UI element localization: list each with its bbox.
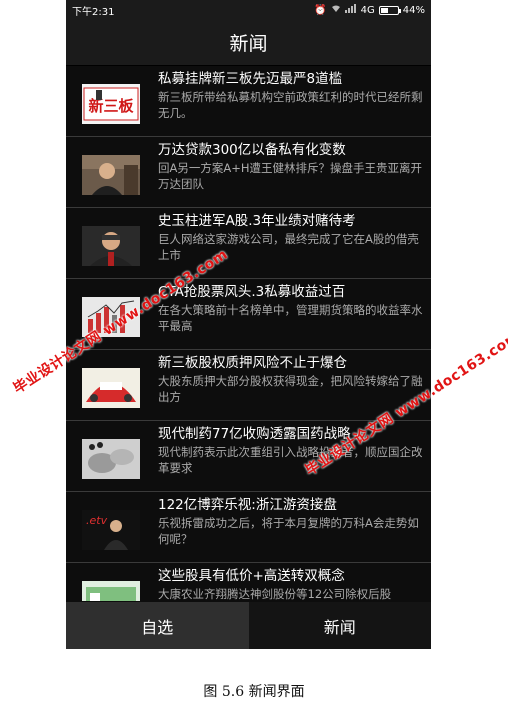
page-title: 新闻 [229,33,268,55]
page-header: 新闻 [66,20,431,66]
news-summary: 现代制药表示此次重组引入战略投资者，顺应国企改革要求 [158,445,423,475]
status-time: 下午2:31 [72,6,115,18]
news-item[interactable]: 万达贷款300亿以备私有化变数 回A另一方案A+H遭王健林排斥？操盘手王贵亚离开… [66,137,431,208]
bottom-nav: 自选 新闻 [66,602,431,649]
news-thumbnail [82,439,140,479]
thumb-text: 新三板 [88,97,134,115]
figure-caption: 图 5.6 新闻界面 [203,684,305,700]
tab-news[interactable]: 新闻 [248,602,431,649]
news-title: 史玉柱进军A股.3年业绩对赌待考 [158,213,356,229]
alarm-icon: ⏰ [314,4,327,16]
news-summary: 乐视拆雷成功之后，将于本月复牌的万科A会走势如何呢？ [158,516,419,546]
news-title: 122亿博弈乐视:浙江游资接盘 [158,497,337,513]
news-summary: 在各大策略前十名榜单中，管理期货策略的收益率水平最高 [158,303,423,333]
news-title: 这些股具有低价+高送转双概念 [158,568,345,584]
news-thumbnail [82,226,140,266]
news-item[interactable]: .etv 122亿博弈乐视:浙江游资接盘 乐视拆雷成功之后，将于本月复牌的万科A… [66,492,431,563]
news-thumbnail [82,155,140,195]
news-title: CTA抢股票风头.3私募收益过百 [158,284,346,300]
status-icons: ⏰ 4G 44% [314,4,425,16]
news-thumbnail: 新三板 [82,84,140,124]
news-summary: 回A另一方案A+H遭王健林排斥？操盘手王贵亚离开万达团队 [158,161,423,191]
news-item[interactable]: 新三板股权质押风险不止于爆仓 大股东质押大部分股权获得现金，把风险转嫁给了融出方 [66,350,431,421]
news-thumbnail [82,368,140,408]
battery-icon [378,5,401,15]
tab-favorites[interactable]: 自选 [66,602,249,649]
thumb-text: .etv [86,514,108,527]
news-summary: 大康农业齐翔腾达神剑股份等12公司除权后股 [158,587,392,601]
news-item[interactable]: 这些股具有低价+高送转双概念 大康农业齐翔腾达神剑股份等12公司除权后股 [66,563,431,601]
news-summary: 新三板所带给私募机构空前政策红利的时代已经所剩无几。 [158,90,423,120]
news-thumbnail: .etv [82,510,140,550]
news-list[interactable]: 新三板 私募挂牌新三板先迈最严8道槛 新三板所带给私募机构空前政策红利的时代已经… [66,66,431,601]
news-title: 私募挂牌新三板先迈最严8道槛 [158,71,343,87]
battery-percent: 44% [402,4,425,16]
news-title: 万达贷款300亿以备私有化变数 [158,142,346,158]
news-item[interactable]: 新三板 私募挂牌新三板先迈最严8道槛 新三板所带给私募机构空前政策红利的时代已经… [66,66,431,137]
news-thumbnail [82,581,140,601]
wifi-icon [331,4,341,16]
signal-icon [344,4,357,16]
news-item[interactable]: 史玉柱进军A股.3年业绩对赌待考 巨人网络这家游戏公司，最终完成了它在A股的借壳… [66,208,431,279]
news-summary: 大股东质押大部分股权获得现金，把风险转嫁给了融出方 [158,374,423,404]
news-title: 新三板股权质押风险不止于爆仓 [158,355,347,371]
network-type: 4G [360,4,375,16]
status-bar: 下午2:31 ⏰ 4G 44% [66,0,431,20]
